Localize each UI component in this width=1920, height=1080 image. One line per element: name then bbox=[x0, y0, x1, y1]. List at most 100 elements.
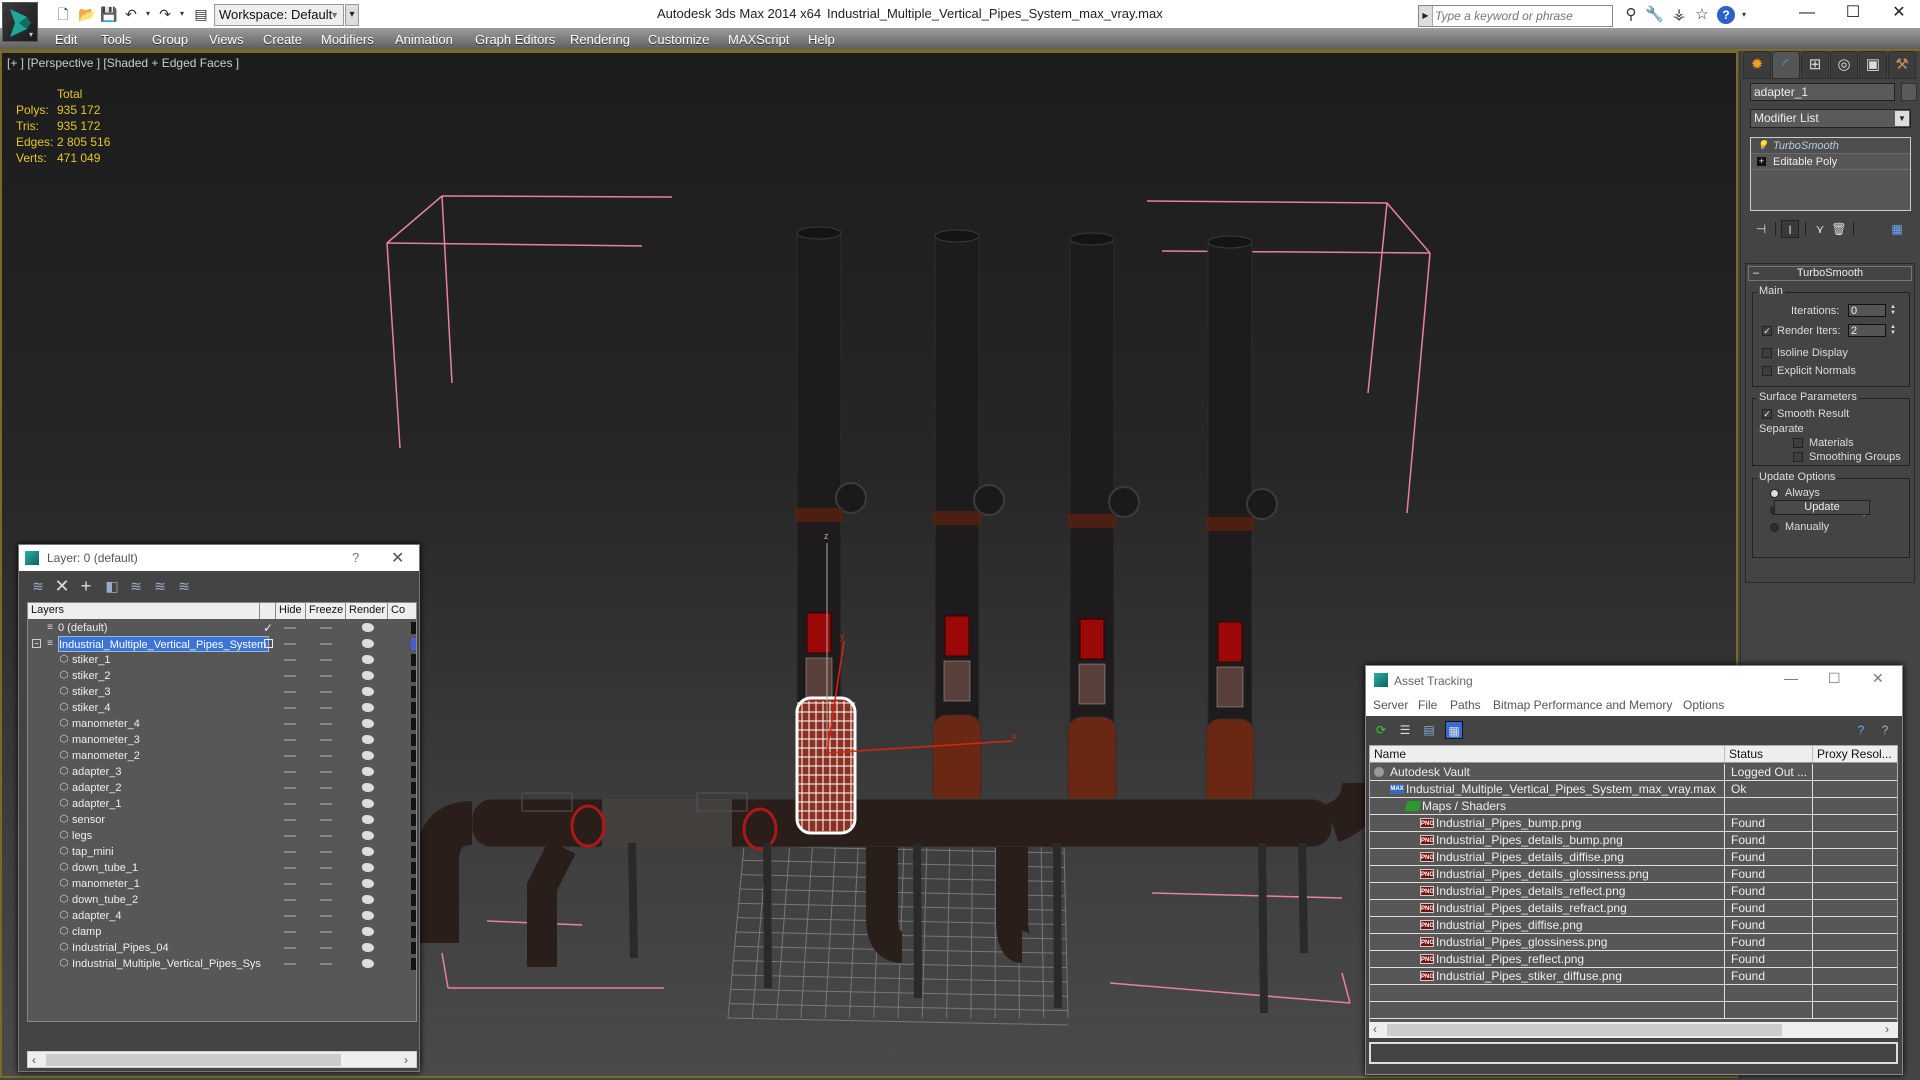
layer-name[interactable]: down_tube_1 bbox=[72, 860, 140, 876]
refresh-icon[interactable]: ⟳ bbox=[1372, 721, 1390, 739]
render-teapot-icon[interactable] bbox=[362, 703, 374, 712]
key-icon[interactable]: 🔧 bbox=[1645, 6, 1664, 24]
asset-row[interactable]: PNG Industrial_Pipes_details_bump.png Foun… bbox=[1370, 832, 1897, 849]
close-button[interactable]: ✕ bbox=[1876, 0, 1920, 28]
layer-name[interactable]: tap_mini bbox=[72, 844, 116, 860]
column-status[interactable]: Status bbox=[1725, 746, 1813, 763]
layer-color-swatch[interactable] bbox=[411, 654, 416, 666]
render-teapot-icon[interactable] bbox=[362, 799, 374, 808]
horizontal-scrollbar[interactable]: ‹ › bbox=[27, 1051, 417, 1068]
hide-toggle[interactable] bbox=[284, 787, 296, 789]
redo-icon[interactable]: ↷ bbox=[156, 5, 174, 23]
motion-tab-icon[interactable]: ◎ bbox=[1830, 51, 1858, 79]
layer-color-swatch[interactable] bbox=[411, 782, 416, 794]
scroll-right-icon[interactable]: › bbox=[1885, 1022, 1889, 1037]
render-iters-checkbox[interactable]: ✓ bbox=[1762, 326, 1772, 336]
collapse-icon[interactable]: − bbox=[32, 639, 41, 648]
quick-access-customize-button[interactable]: ▾ bbox=[345, 4, 359, 26]
menu-edit[interactable]: Edit bbox=[55, 32, 77, 47]
asset-row[interactable]: PNG Industrial_Pipes_diffise.png Found bbox=[1370, 917, 1897, 934]
layer-object-row[interactable]: ⬡ adapter_2 bbox=[28, 780, 416, 796]
layer-name[interactable]: adapter_2 bbox=[72, 780, 124, 796]
render-teapot-icon[interactable] bbox=[362, 735, 374, 744]
freeze-toggle[interactable] bbox=[320, 643, 332, 645]
freeze-toggle[interactable] bbox=[320, 899, 332, 901]
render-teapot-icon[interactable] bbox=[362, 655, 374, 664]
asset-row[interactable]: PNG Industrial_Pipes_details_refract.png F… bbox=[1370, 900, 1897, 917]
layer-name[interactable]: manometer_1 bbox=[72, 876, 142, 892]
asset-row[interactable]: PNG Industrial_Pipes_details_diffise.png F… bbox=[1370, 849, 1897, 866]
menu-rendering[interactable]: Rendering bbox=[570, 32, 630, 47]
render-teapot-icon[interactable] bbox=[362, 847, 374, 856]
hide-toggle[interactable] bbox=[284, 675, 296, 677]
layer-name[interactable]: stiker_4 bbox=[72, 700, 113, 716]
menu-views[interactable]: Views bbox=[209, 32, 243, 47]
render-teapot-icon[interactable] bbox=[362, 943, 374, 952]
render-teapot-icon[interactable] bbox=[362, 719, 374, 728]
layer-color-swatch[interactable] bbox=[411, 638, 416, 650]
asset-row[interactable]: MAX Industrial_Multiple_Vertical_Pipes_Sy… bbox=[1370, 781, 1897, 798]
layer-dialog-titlebar[interactable]: Layer: 0 (default) ? ✕ bbox=[19, 545, 419, 571]
column-freeze[interactable]: Freeze bbox=[306, 603, 346, 619]
menu-server[interactable]: Server bbox=[1373, 698, 1408, 712]
render-teapot-icon[interactable] bbox=[362, 879, 374, 888]
satellite-icon[interactable]: ⚶ bbox=[1670, 6, 1688, 24]
stack-item-editable-poly[interactable]: + Editable Poly bbox=[1751, 154, 1910, 170]
hide-toggle[interactable] bbox=[284, 915, 296, 917]
layer-color-swatch[interactable] bbox=[411, 942, 416, 954]
workspace-dropdown[interactable]: Workspace: Default ▼ bbox=[214, 4, 344, 26]
expand-arrow-icon[interactable]: ▶ bbox=[1419, 6, 1433, 26]
layer-color-swatch[interactable] bbox=[411, 958, 416, 970]
freeze-toggle[interactable] bbox=[320, 867, 332, 869]
layer-name[interactable]: manometer_3 bbox=[72, 732, 142, 748]
scroll-left-icon[interactable]: ‹ bbox=[32, 1052, 36, 1068]
layer-name[interactable]: legs bbox=[72, 828, 94, 844]
asset-row[interactable]: Autodesk Vault Logged Out ... bbox=[1370, 764, 1897, 781]
freeze-toggle[interactable] bbox=[320, 659, 332, 661]
column-proxy-resolution[interactable]: Proxy Resol... bbox=[1813, 746, 1897, 763]
app-logo[interactable]: ▾ bbox=[2, 2, 38, 42]
layer-color-swatch[interactable] bbox=[411, 718, 416, 730]
hide-toggle[interactable] bbox=[284, 819, 296, 821]
layer-name[interactable]: Industrial_Multiple_Vertical_Pipes_Syste… bbox=[58, 636, 270, 652]
freeze-toggle[interactable] bbox=[320, 851, 332, 853]
freeze-toggle[interactable] bbox=[320, 787, 332, 789]
layer-name[interactable]: manometer_2 bbox=[72, 748, 142, 764]
layer-color-swatch[interactable] bbox=[411, 910, 416, 922]
layer-color-swatch[interactable] bbox=[411, 622, 416, 634]
redo-dropdown-icon[interactable]: ▾ bbox=[173, 5, 191, 23]
layer-name[interactable]: Industrial_Pipes_04 bbox=[72, 940, 171, 956]
layer-color-swatch[interactable] bbox=[411, 862, 416, 874]
layer-object-row[interactable]: ⬡ tap_mini bbox=[28, 844, 416, 860]
hide-toggle[interactable] bbox=[284, 739, 296, 741]
project-folder-icon[interactable]: ▤ bbox=[192, 5, 210, 23]
table-view-icon[interactable]: ▦ bbox=[1445, 721, 1463, 739]
layer-color-swatch[interactable] bbox=[411, 798, 416, 810]
hide-toggle[interactable] bbox=[284, 691, 296, 693]
layer-color-swatch[interactable] bbox=[411, 686, 416, 698]
layer-color-swatch[interactable] bbox=[411, 766, 416, 778]
render-teapot-icon[interactable] bbox=[362, 911, 374, 920]
horizontal-scrollbar[interactable]: ‹ › bbox=[1369, 1022, 1898, 1038]
render-teapot-icon[interactable] bbox=[362, 831, 374, 840]
asset-row[interactable]: PNG Industrial_Pipes_glossiness.png Found bbox=[1370, 934, 1897, 951]
layer-name[interactable]: 0 (default) bbox=[58, 620, 110, 636]
maximize-button[interactable]: ☐ bbox=[1830, 0, 1876, 28]
new-file-icon[interactable]: 🗋 bbox=[54, 5, 72, 23]
column-color[interactable]: Co bbox=[388, 603, 416, 619]
hierarchy-tab-icon[interactable]: ⊞ bbox=[1801, 51, 1829, 79]
layer-object-row[interactable]: ⬡ stiker_4 bbox=[28, 700, 416, 716]
update-button[interactable]: Update bbox=[1774, 500, 1870, 515]
hide-toggle[interactable] bbox=[284, 851, 296, 853]
smooth-result-checkbox[interactable]: ✓ bbox=[1762, 409, 1772, 419]
render-teapot-icon[interactable] bbox=[362, 895, 374, 904]
layer-object-row[interactable]: ⬡ stiker_1 bbox=[28, 652, 416, 668]
asset-row[interactable]: PNG Industrial_Pipes_details_glossiness.p… bbox=[1370, 866, 1897, 883]
hide-toggle[interactable] bbox=[284, 883, 296, 885]
menu-graph-editors[interactable]: Graph Editors bbox=[475, 32, 555, 47]
iterations-spinner[interactable] bbox=[1848, 304, 1886, 317]
freeze-toggle[interactable] bbox=[320, 803, 332, 805]
menu-file[interactable]: File bbox=[1418, 698, 1437, 712]
hide-toggle[interactable] bbox=[284, 755, 296, 757]
current-layer-check-icon[interactable]: ✓ bbox=[263, 620, 273, 636]
